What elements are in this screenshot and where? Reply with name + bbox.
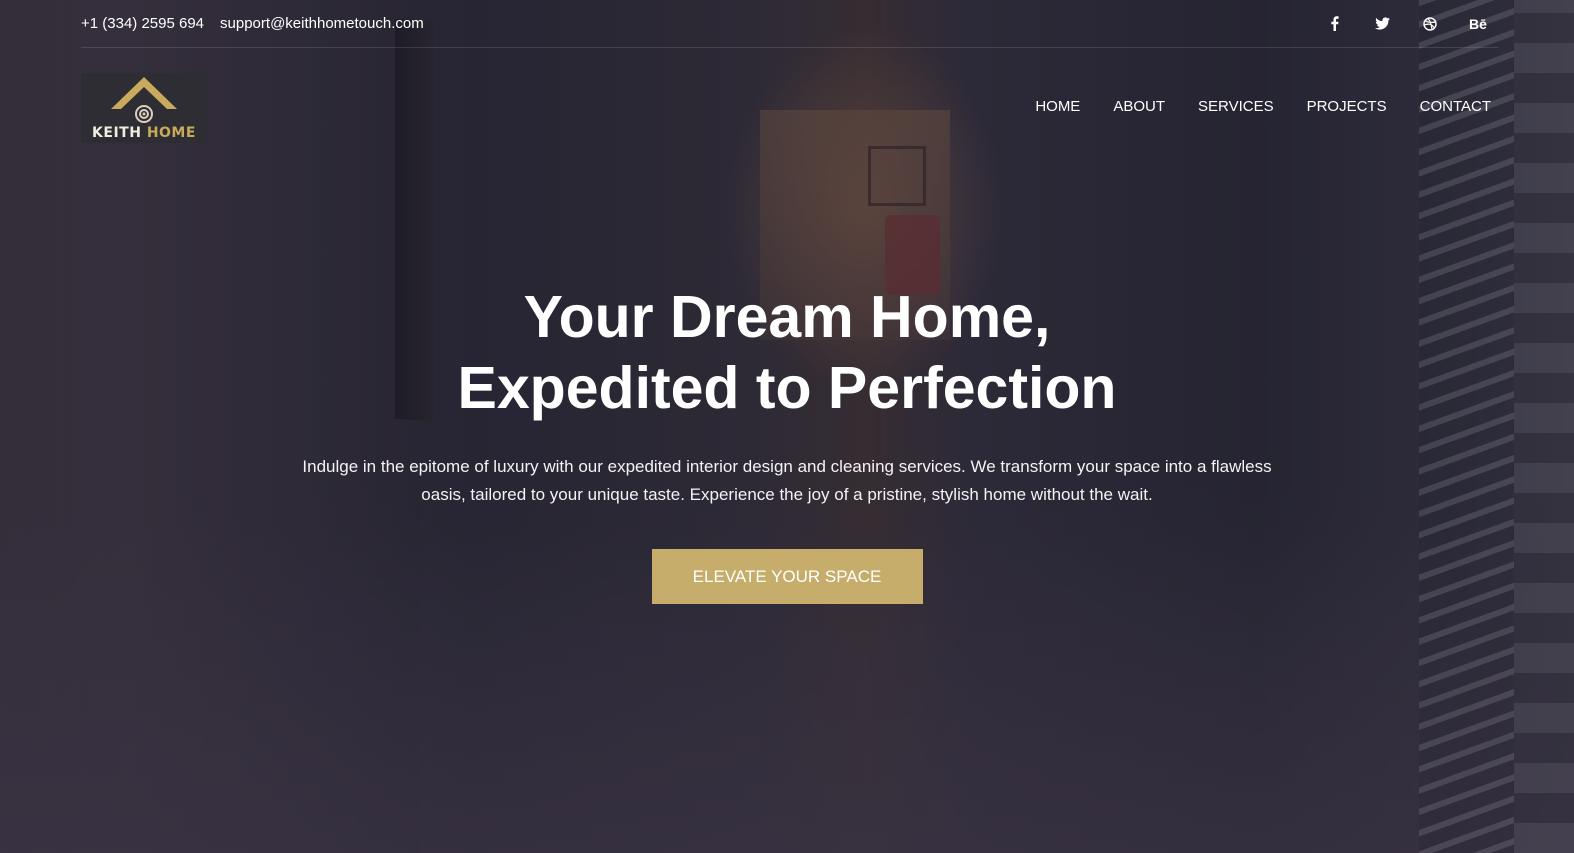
logo-word-home: HOME	[146, 125, 196, 141]
email-address[interactable]: support@keithhometouch.com	[220, 15, 424, 32]
hero-title-line2: Expedited to Perfection	[457, 355, 1117, 421]
nav-item-home[interactable]: HOME	[1035, 98, 1080, 115]
main-nav: HOME ABOUT SERVICES PROJECTS CONTACT	[1035, 98, 1491, 115]
nav-item-services[interactable]: SERVICES	[1198, 98, 1274, 115]
contact-info: +1 (334) 2595 694 support@keithhometouch…	[81, 15, 424, 32]
top-bar: +1 (334) 2595 694 support@keithhometouch…	[81, 0, 1498, 48]
behance-icon[interactable]: Bē	[1466, 12, 1490, 36]
hero-section: Your Dream Home, Expedited to Perfection…	[0, 282, 1574, 604]
elevate-your-space-button[interactable]: ELEVATE YOUR SPACE	[651, 549, 923, 604]
logo-house-icon	[111, 77, 177, 123]
nav-item-contact[interactable]: CONTACT	[1420, 98, 1491, 115]
facebook-icon[interactable]	[1322, 12, 1346, 36]
phone-number[interactable]: +1 (334) 2595 694	[81, 15, 204, 32]
social-links: Bē	[1322, 12, 1498, 36]
logo-wordmark: KEITH HOME	[92, 125, 196, 141]
twitter-icon[interactable]	[1370, 12, 1394, 36]
hero-description: Indulge in the epitome of luxury with ou…	[302, 457, 1272, 504]
logo[interactable]: KEITH HOME	[81, 73, 207, 143]
logo-word-keith: KEITH	[92, 125, 142, 141]
dribbble-icon[interactable]	[1418, 12, 1442, 36]
hero-title: Your Dream Home, Expedited to Perfection	[407, 282, 1167, 424]
hero-title-line1: Your Dream Home,	[523, 284, 1051, 350]
nav-item-about[interactable]: ABOUT	[1113, 98, 1165, 115]
nav-item-projects[interactable]: PROJECTS	[1307, 98, 1387, 115]
